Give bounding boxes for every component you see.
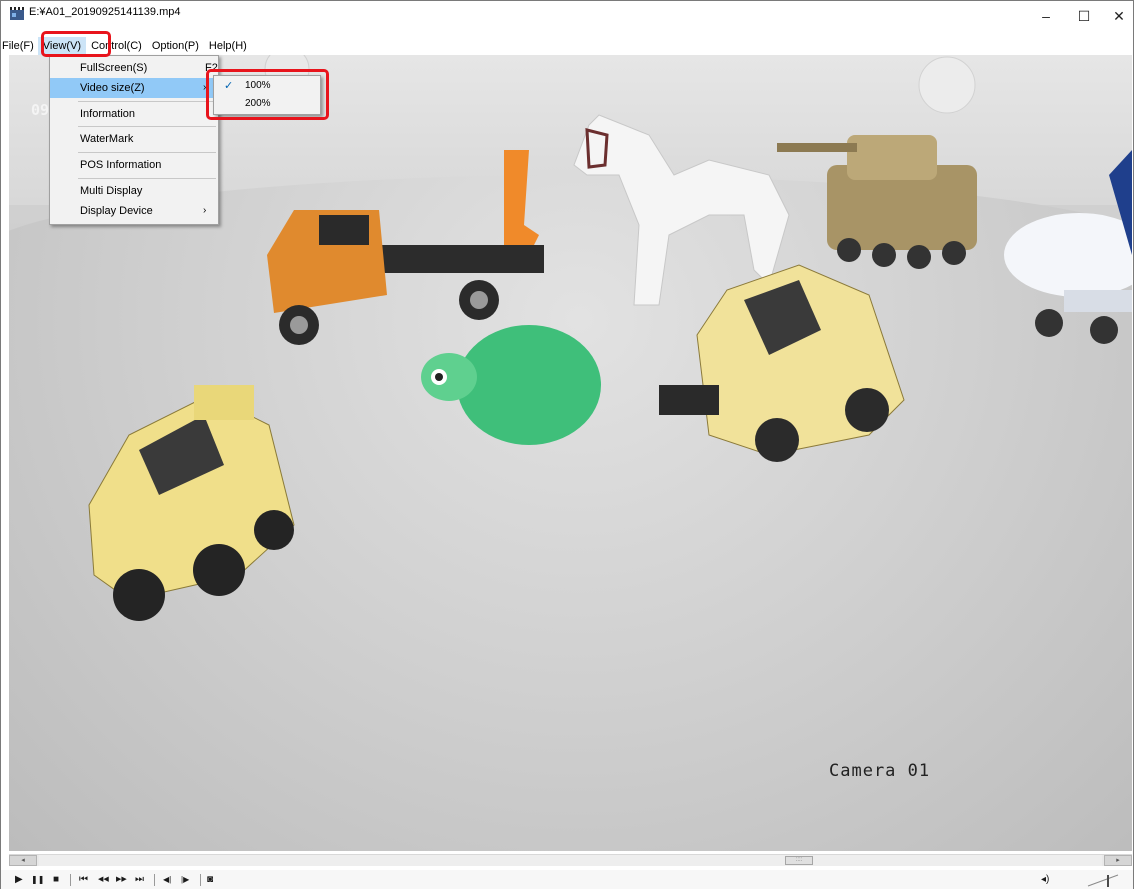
scroll-left-arrow-icon[interactable]: ◂ <box>9 855 37 866</box>
toy-yellow-car-front <box>659 264 905 462</box>
wall-suction-cup <box>918 56 976 114</box>
menu-item-information[interactable]: Information <box>50 104 218 124</box>
menu-item-label: Multi Display <box>80 185 143 197</box>
pause-icon[interactable]: ❚❚ <box>31 873 44 887</box>
menu-item-label: FullScreen(S) <box>80 62 148 74</box>
toolbar-separator <box>154 874 155 886</box>
menu-item-label: POS Information <box>80 159 162 171</box>
toy-turtle <box>421 325 601 445</box>
toolbar-separator <box>200 874 201 886</box>
toy-horse <box>573 114 790 306</box>
close-button[interactable]: ✕ <box>1096 1 1134 31</box>
menu-item-watermark[interactable]: WaterMark <box>50 129 218 149</box>
title-bar: E:¥A01_20190925141139.mp4 – ☐ ✕ <box>1 1 1133 35</box>
playback-control-bar: ▶ ❚❚ ■ ⏮ ◀◀ ▶▶ ⏭ ◀| |▶ ◙ ◂) <box>1 870 1133 889</box>
skip-last-icon[interactable]: ⏭ <box>135 873 144 887</box>
toy-yellow-car-left <box>88 385 295 621</box>
play-icon[interactable]: ▶ <box>15 873 23 887</box>
menu-file[interactable]: File(F) <box>1 37 38 55</box>
menu-item-pos-information[interactable]: POS Information <box>50 155 218 175</box>
highlight-box-view-menu <box>41 31 111 57</box>
fast-forward-icon[interactable]: ▶▶ <box>116 873 127 887</box>
menu-item-label: Video size(Z) <box>80 82 145 94</box>
menu-item-label: Information <box>80 108 136 120</box>
menu-separator <box>78 126 216 127</box>
stop-icon[interactable]: ■ <box>53 873 59 887</box>
submenu-arrow-icon: › <box>203 205 207 216</box>
app-clapper-icon[interactable] <box>9 5 25 21</box>
window-title: E:¥A01_20190925141139.mp4 <box>29 6 181 18</box>
scroll-thumb[interactable]: :::: <box>785 856 813 865</box>
menu-item-label: WaterMark <box>80 133 134 145</box>
highlight-box-video-size <box>206 69 329 120</box>
step-back-icon[interactable]: ◀| <box>163 873 171 887</box>
menu-item-label: Display Device <box>80 205 153 217</box>
scroll-track[interactable] <box>39 855 1102 866</box>
video-osd-timestamp: 09 <box>31 101 50 119</box>
view-menu-dropdown: FullScreen(S) F2 Video size(Z) › Informa… <box>49 55 219 225</box>
skip-first-icon[interactable]: ⏮ <box>79 873 88 887</box>
camera-label: Camera 01 <box>829 761 931 781</box>
menu-item-fullscreen[interactable]: FullScreen(S) F2 <box>50 58 218 78</box>
snapshot-icon[interactable]: ◙ <box>207 873 213 887</box>
toy-airplane <box>1004 150 1132 344</box>
volume-slider[interactable] <box>1086 873 1122 888</box>
menu-separator <box>78 101 216 102</box>
menu-help[interactable]: Help(H) <box>204 37 252 55</box>
menu-option[interactable]: Option(P) <box>147 37 204 55</box>
player-window: E:¥A01_20190925141139.mp4 – ☐ ✕ File(F) … <box>0 0 1134 889</box>
step-forward-icon[interactable]: |▶ <box>181 873 189 887</box>
menu-separator <box>78 178 216 179</box>
toy-tank <box>777 135 977 269</box>
menu-item-display-device[interactable]: Display Device › <box>50 201 218 221</box>
menu-item-video-size[interactable]: Video size(Z) › <box>50 78 218 98</box>
menu-item-multi-display[interactable]: Multi Display <box>50 181 218 201</box>
toy-tow-truck <box>267 150 544 345</box>
volume-icon[interactable]: ◂) <box>1041 873 1049 887</box>
scroll-right-arrow-icon[interactable]: ▸ <box>1104 855 1132 866</box>
rewind-icon[interactable]: ◀◀ <box>98 873 109 887</box>
menu-separator <box>78 152 216 153</box>
horizontal-scrollbar[interactable]: ◂ :::: ▸ <box>9 854 1132 866</box>
toolbar-separator <box>70 874 71 886</box>
